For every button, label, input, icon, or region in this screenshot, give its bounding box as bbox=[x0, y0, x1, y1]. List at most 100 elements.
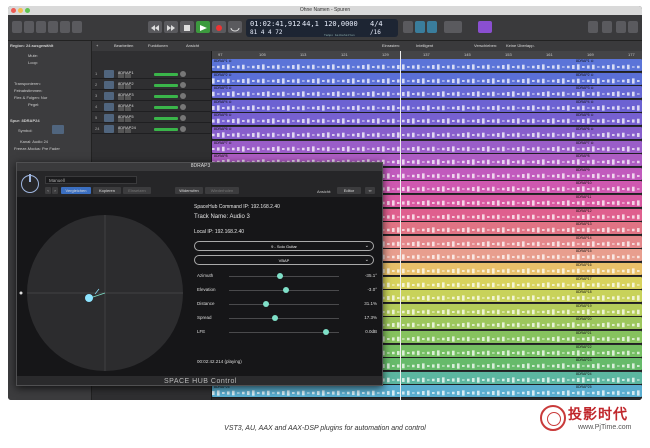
volume-fader[interactable] bbox=[154, 106, 178, 109]
param-handle[interactable] bbox=[283, 287, 290, 293]
audio-region[interactable]: 8DRAP3 ⊙ 8DRAP3 ⊙ bbox=[212, 86, 642, 99]
redo-button[interactable]: Wiederholen bbox=[205, 187, 239, 194]
mute-button[interactable] bbox=[118, 96, 124, 100]
track-lane[interactable]: 8DRAP5 ⊙ 8DRAP5 ⊙ bbox=[212, 113, 642, 127]
notes-button[interactable] bbox=[602, 21, 612, 33]
undo-button[interactable]: Widerrufen bbox=[175, 187, 203, 194]
help-button[interactable] bbox=[36, 21, 46, 33]
drag-value[interactable]: Keine Überlapp. bbox=[506, 43, 535, 48]
param-track[interactable] bbox=[229, 318, 339, 319]
source-select[interactable]: 9 - Solo Guitar ⌄ bbox=[194, 241, 374, 251]
library-button[interactable] bbox=[12, 21, 22, 33]
playhead[interactable] bbox=[400, 51, 401, 400]
mute-button[interactable] bbox=[118, 118, 124, 122]
solo-button[interactable] bbox=[125, 74, 131, 78]
smart-controls-button[interactable] bbox=[48, 21, 58, 33]
snap-value[interactable]: Intelligent bbox=[416, 43, 433, 48]
track-lane[interactable]: 8DRAP6 ⊙ 8DRAP6 ⊙ bbox=[212, 127, 642, 140]
track-header[interactable]: Spur: 8DRAP24 bbox=[10, 118, 40, 123]
solo-button[interactable] bbox=[125, 118, 131, 122]
param-lfe-slider[interactable]: LFE 0.0dB bbox=[197, 327, 377, 337]
param-handle[interactable] bbox=[276, 273, 283, 279]
next-preset-icon[interactable]: › bbox=[52, 187, 58, 194]
cycle-button[interactable] bbox=[228, 21, 242, 33]
panner-field[interactable] bbox=[17, 197, 207, 386]
pan-knob[interactable] bbox=[180, 71, 186, 77]
link-icon[interactable]: ∞ bbox=[365, 187, 375, 194]
mute-button[interactable] bbox=[118, 107, 124, 111]
track-row[interactable]: 3 8DRAP3 bbox=[92, 91, 212, 101]
list-editors-button[interactable] bbox=[588, 21, 598, 33]
solo-button[interactable] bbox=[125, 107, 131, 111]
power-icon[interactable] bbox=[21, 174, 39, 193]
count-in-button[interactable] bbox=[415, 21, 425, 33]
pan-knob[interactable] bbox=[180, 115, 186, 121]
preset-select[interactable]: Manuell bbox=[45, 176, 137, 184]
volume-fader[interactable] bbox=[154, 117, 178, 120]
tuner-button[interactable] bbox=[403, 21, 413, 33]
volume-fader[interactable] bbox=[154, 73, 178, 76]
param-handle[interactable] bbox=[322, 329, 329, 335]
track-lane[interactable]: 8DRAP1 ⊙ 8DRAP1 ⊙ bbox=[212, 59, 642, 72]
solo-button[interactable] bbox=[125, 85, 131, 89]
audio-region[interactable]: 8DRAP2 ⊙ 8DRAP2 ⊙ bbox=[212, 72, 642, 85]
param-azimuth-slider[interactable]: Azimuth -35.1° bbox=[197, 271, 377, 281]
param-track[interactable] bbox=[229, 276, 339, 277]
param-elevation-slider[interactable]: Elevation -3.0° bbox=[197, 285, 377, 295]
mixer-button[interactable] bbox=[60, 21, 70, 33]
audio-region[interactable]: 8DRAP7 ⊙ 8DRAP7 ⊙ bbox=[212, 140, 642, 153]
track-row[interactable]: 1 8DRAP1 bbox=[92, 69, 212, 79]
audio-region[interactable]: 8DRAP4 ⊙ 8DRAP4 ⊙ bbox=[212, 99, 642, 112]
volume-fader[interactable] bbox=[154, 95, 178, 98]
pan-knob[interactable] bbox=[180, 104, 186, 110]
view-select[interactable]: Editor bbox=[337, 187, 361, 194]
master-volume-slider[interactable] bbox=[444, 21, 462, 33]
audio-region[interactable]: 8DRAP1 ⊙ 8DRAP1 ⊙ bbox=[212, 59, 642, 71]
track-lane[interactable]: 8DRAP25 8DRAP25 bbox=[212, 385, 642, 399]
lcd-display[interactable]: 01:02:41,912 81 4 4 72 44,1 120,0000 Tem… bbox=[246, 19, 398, 37]
metronome-button[interactable] bbox=[427, 21, 437, 33]
param-spread-slider[interactable]: Spread 17.3% bbox=[197, 313, 377, 323]
play-button[interactable] bbox=[196, 21, 210, 33]
paste-button[interactable]: Einsetzen bbox=[123, 187, 151, 194]
track-lane[interactable]: 8DRAP3 ⊙ 8DRAP3 ⊙ bbox=[212, 86, 642, 100]
pan-knob[interactable] bbox=[180, 93, 186, 99]
copy-button[interactable]: Kopieren bbox=[93, 187, 121, 194]
mute-button[interactable] bbox=[118, 74, 124, 78]
audio-region[interactable]: 8DRAP5 ⊙ 8DRAP5 ⊙ bbox=[212, 113, 642, 126]
track-row[interactable]: 5 8DRAP5 bbox=[92, 113, 212, 123]
record-button[interactable] bbox=[212, 21, 226, 33]
track-row[interactable]: 2 8DRAP2 bbox=[92, 80, 212, 90]
track-symbol-icon[interactable] bbox=[52, 125, 64, 134]
source-position-dot[interactable] bbox=[85, 294, 93, 302]
editors-button[interactable] bbox=[72, 21, 82, 33]
rewind-button[interactable] bbox=[148, 21, 162, 33]
region-header[interactable]: Region: 24 ausgewählt bbox=[10, 43, 53, 48]
volume-fader[interactable] bbox=[154, 84, 178, 87]
track-row[interactable]: 4 8DRAP4 bbox=[92, 102, 212, 112]
pan-knob[interactable] bbox=[180, 126, 186, 132]
mute-button[interactable] bbox=[118, 85, 124, 89]
inspector-button[interactable] bbox=[24, 21, 34, 33]
compare-button[interactable]: Vergleichen bbox=[61, 187, 91, 194]
param-handle[interactable] bbox=[272, 315, 279, 321]
solo-button[interactable] bbox=[125, 129, 131, 133]
pan-knob[interactable] bbox=[180, 82, 186, 88]
forward-button[interactable] bbox=[164, 21, 178, 33]
solo-button[interactable] bbox=[125, 96, 131, 100]
track-lane[interactable]: 8DRAP2 ⊙ 8DRAP2 ⊙ bbox=[212, 72, 642, 86]
view-menu[interactable]: Ansicht bbox=[186, 43, 199, 48]
volume-fader[interactable] bbox=[154, 128, 178, 131]
param-distance-slider[interactable]: Distance 31.1% bbox=[197, 299, 377, 309]
browsers-button[interactable] bbox=[628, 21, 638, 33]
edit-menu[interactable]: Bearbeiten bbox=[114, 43, 133, 48]
mute-button[interactable] bbox=[118, 129, 124, 133]
track-row[interactable]: 24 8DRAP24 bbox=[92, 124, 212, 134]
prev-preset-icon[interactable]: ‹ bbox=[45, 187, 51, 194]
stop-button[interactable] bbox=[180, 21, 194, 33]
audio-region[interactable]: 8DRAP6 ⊙ 8DRAP6 ⊙ bbox=[212, 127, 642, 139]
transport-extra-button[interactable] bbox=[478, 21, 492, 33]
audio-region[interactable]: 8DRAP25 8DRAP25 bbox=[212, 385, 642, 398]
param-handle[interactable] bbox=[263, 301, 270, 307]
algorithm-select[interactable]: VBAP ⌄ bbox=[194, 255, 374, 265]
